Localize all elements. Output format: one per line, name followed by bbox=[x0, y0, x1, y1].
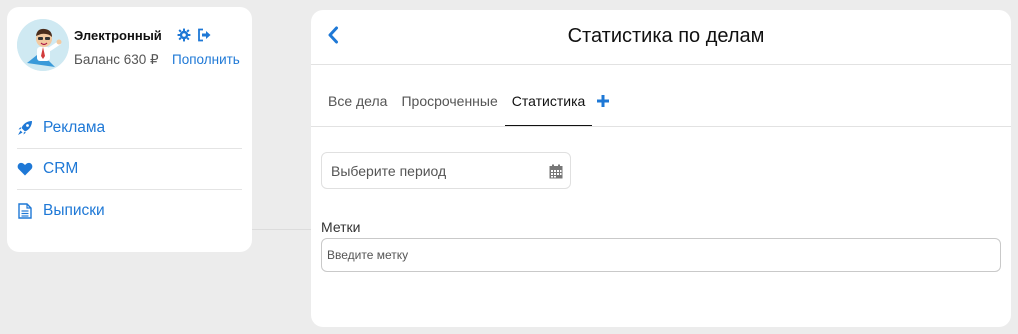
page-title: Статистика по делам bbox=[567, 25, 765, 47]
gear-icon[interactable] bbox=[177, 28, 191, 42]
tabs-divider bbox=[311, 126, 1011, 127]
background-divider bbox=[252, 229, 312, 230]
tags-label: Метки bbox=[321, 219, 361, 235]
sidebar-item-ads[interactable]: Реклама bbox=[17, 108, 242, 149]
header-divider bbox=[311, 64, 1011, 65]
sidebar-item-crm[interactable]: CRM bbox=[17, 149, 242, 190]
tab-all[interactable]: Все дела bbox=[321, 90, 394, 127]
add-tab-icon[interactable] bbox=[596, 94, 610, 108]
main-panel: Статистика по делам Все дела Просроченны… bbox=[311, 10, 1011, 327]
period-placeholder: Выберите период bbox=[331, 162, 447, 179]
calendar-icon bbox=[549, 164, 563, 179]
profile-name: Электронный bbox=[74, 28, 162, 43]
heart-icon bbox=[17, 161, 33, 177]
rocket-icon bbox=[17, 120, 33, 136]
sidebar-item-label: Выписки bbox=[43, 201, 105, 219]
tab-statistics[interactable]: Статистика bbox=[504, 90, 593, 127]
sidebar-item-label: CRM bbox=[43, 160, 79, 177]
tab-bar: Все дела Просроченные Статистика bbox=[321, 90, 610, 127]
document-icon bbox=[17, 202, 33, 219]
topup-link[interactable]: Пополнить bbox=[172, 52, 240, 67]
sidebar-nav: Реклама CRM Выписки bbox=[17, 108, 242, 231]
sidebar-item-statements[interactable]: Выписки bbox=[17, 190, 242, 231]
period-picker[interactable]: Выберите период bbox=[321, 152, 571, 189]
profile-card: Электронный Баланс 630 ₽ Пополнить Рекла… bbox=[7, 7, 252, 252]
balance-text: Баланс 630 ₽ bbox=[74, 52, 159, 67]
avatar[interactable] bbox=[17, 19, 69, 71]
sidebar-item-label: Реклама bbox=[43, 119, 106, 136]
tab-overdue[interactable]: Просроченные bbox=[394, 90, 504, 127]
tags-input[interactable] bbox=[321, 238, 1001, 272]
avatar-illustration bbox=[17, 19, 69, 71]
logout-icon[interactable] bbox=[197, 28, 212, 42]
